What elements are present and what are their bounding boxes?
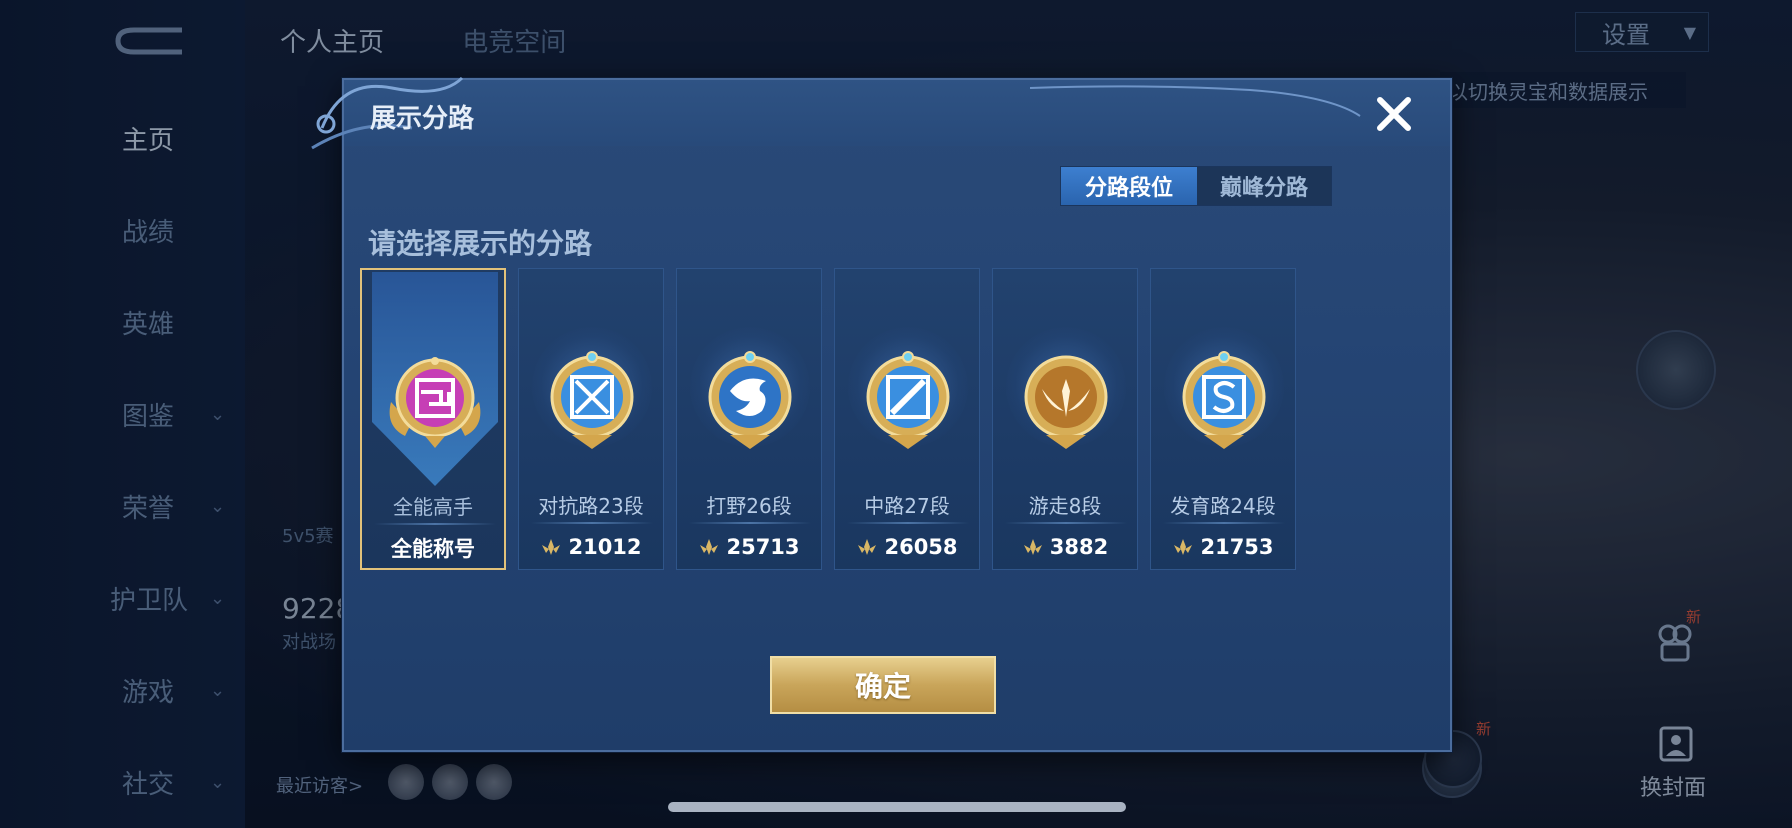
lane-name: 打野26段 (706, 494, 792, 518)
jungle-emblem-icon (708, 351, 792, 449)
lane-name: 对抗路23段 (538, 494, 644, 518)
card-divider (1163, 522, 1285, 524)
lane-score: 全能称号 (362, 533, 504, 563)
lane-card-jungle[interactable]: 打野26段 25713 (676, 268, 822, 570)
all-round-emblem-icon (389, 357, 481, 448)
lane-score-value: 26058 (884, 535, 958, 559)
card-divider (531, 522, 653, 524)
roam-emblem-icon (1024, 355, 1108, 449)
confirm-button[interactable]: 确定 (770, 656, 996, 714)
lane-score: 21753 (1151, 532, 1295, 562)
mid-lane-emblem-icon (866, 351, 950, 449)
lane-card-roam[interactable]: 游走8段 3882 (992, 268, 1138, 570)
card-divider (1005, 522, 1127, 524)
clash-lane-emblem-icon (550, 351, 634, 449)
ornament-line-icon (1030, 85, 1361, 117)
laurel-icon (542, 539, 561, 555)
lane-name: 中路27段 (864, 494, 950, 518)
tab-peak-lane[interactable]: 巅峰分路 (1197, 167, 1331, 205)
lane-type-segment: 分路段位 巅峰分路 (1060, 166, 1332, 206)
lane-score-value: 21753 (1200, 535, 1274, 559)
lane-card-mid[interactable]: 中路27段 26058 (834, 268, 980, 570)
home-indicator[interactable] (668, 802, 1126, 812)
laurel-icon (700, 539, 719, 555)
lane-score: 25713 (677, 532, 821, 562)
lane-card-clash[interactable]: 对抗路23段 21012 (518, 268, 664, 570)
lane-score-value: 25713 (726, 535, 800, 559)
lane-score: 26058 (835, 532, 979, 562)
lane-score-value: 3882 (1049, 535, 1109, 559)
card-divider (374, 523, 496, 525)
laurel-icon (1174, 539, 1193, 555)
lane-name: 发育路24段 (1170, 494, 1276, 518)
card-divider (847, 522, 969, 524)
lane-display-dialog: 展示分路 分路段位 巅峰分路 请选择展示的分路 全能高手 全能称号 对抗路23段… (311, 76, 1452, 752)
card-divider (689, 522, 811, 524)
tab-lane-rank[interactable]: 分路段位 (1061, 167, 1197, 205)
laurel-icon (1023, 539, 1042, 555)
select-prompt: 请选择展示的分路 (368, 227, 593, 260)
lane-score: 21012 (519, 532, 663, 562)
close-icon (1377, 97, 1411, 131)
lane-name: 全能高手 (393, 495, 473, 519)
laurel-icon (858, 539, 877, 555)
lane-card-all-round[interactable]: 全能高手 全能称号 (360, 268, 506, 570)
lane-name: 游走8段 (1028, 494, 1102, 518)
lane-card-list: 全能高手 全能称号 对抗路23段 21012 打野26段 25713 中路27段… (360, 268, 1440, 570)
lane-score-value: 全能称号 (391, 537, 475, 561)
lane-score: 3882 (993, 532, 1137, 562)
lane-card-farm[interactable]: 发育路24段 21753 (1150, 268, 1296, 570)
farm-lane-emblem-icon (1182, 351, 1266, 449)
lane-score-value: 21012 (568, 535, 642, 559)
dialog-title: 展示分路 (370, 104, 475, 134)
close-button[interactable] (1370, 90, 1418, 138)
